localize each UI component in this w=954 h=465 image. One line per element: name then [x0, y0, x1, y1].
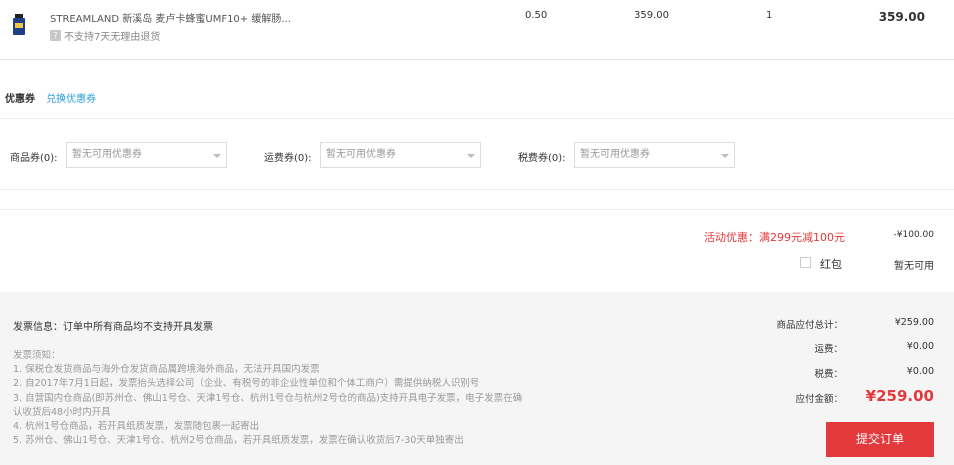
- order-footer: 发票信息：订单中所有商品均不支持开具发票 发票须知： 1. 保税仓发货商品与海外…: [0, 292, 954, 465]
- invoice-notes-title: 发票须知：: [13, 350, 61, 361]
- promotion-label: 活动优惠：满299元减100元: [704, 231, 845, 244]
- return-policy-text: 不支持7天无理由退货: [64, 32, 161, 43]
- payable-amount: ¥259.00: [865, 387, 934, 405]
- tax-coupon-select[interactable]: 暂无可用优惠券: [574, 142, 735, 168]
- product-quantity: 1: [766, 10, 773, 21]
- invoice-note: 认收货后48小时内开具: [13, 406, 111, 418]
- goods-total-label: 商品应付总计：: [776, 320, 843, 331]
- shipping-coupon-value: 暂无可用优惠券: [326, 149, 396, 160]
- invoice-title: 发票信息：订单中所有商品均不支持开具发票: [13, 322, 213, 333]
- shipping-value: ¥0.00: [906, 341, 934, 352]
- red-packet-label: 红包: [820, 258, 842, 271]
- tax-coupon-label: 税费券(0):: [518, 153, 566, 164]
- invoice-note: 4. 杭州1号仓商品，若开具纸质发票，发票随包裹一起寄出: [13, 421, 260, 433]
- invoice-note: 1. 保税仓发货商品与海外仓发货商品属跨境海外商品，无法开具国内发票: [13, 364, 320, 376]
- product-coupon-label: 商品券(0):: [10, 153, 58, 164]
- product-row: STREAMLAND 新溪岛 麦卢卡蜂蜜UMF10+ 缓解肠... ? 不支持7…: [0, 0, 954, 60]
- divider: [0, 209, 954, 210]
- exchange-coupon-link[interactable]: 兑换优惠券: [46, 94, 96, 105]
- product-tax: 0.50: [525, 10, 548, 21]
- red-packet-checkbox[interactable]: [800, 257, 811, 268]
- goods-total-value: ¥259.00: [894, 317, 934, 328]
- coupon-title: 优惠券: [5, 94, 35, 105]
- shipping-coupon-select[interactable]: 暂无可用优惠券: [320, 142, 481, 168]
- invoice-note: 2. 自2017年7月1日起，发票抬头选择公司（企业、有税号的非企业性单位和个体…: [13, 378, 480, 390]
- tax-value: ¥0.00: [906, 366, 934, 377]
- shipping-label: 运费：: [814, 344, 843, 355]
- submit-order-button[interactable]: 提交订单: [826, 422, 934, 457]
- product-subtotal: 359.00: [878, 10, 925, 24]
- tax-coupon-value: 暂无可用优惠券: [580, 149, 650, 160]
- invoice-note: 3. 自营国内仓商品(即苏州仓、佛山1号仓、天津1号仓、杭州1号仓与杭州2号仓的…: [13, 392, 523, 404]
- coupon-header: 优惠券 兑换优惠券: [5, 90, 96, 105]
- chevron-down-icon: [467, 154, 475, 158]
- tax-label: 税费：: [814, 369, 843, 380]
- return-policy-note: ? 不支持7天无理由退货: [50, 28, 160, 43]
- product-coupon-value: 暂无可用优惠券: [72, 149, 142, 160]
- chevron-down-icon: [721, 154, 729, 158]
- chevron-down-icon: [213, 154, 221, 158]
- promotion-value: -¥100.00: [893, 230, 934, 240]
- info-icon: ?: [50, 30, 61, 41]
- shipping-coupon-label: 运费券(0):: [264, 153, 312, 164]
- invoice-note: 5. 苏州仓、佛山1号仓、天津1号仓、杭州2号仓商品，若开具纸质发票，发票在确认…: [13, 435, 464, 447]
- coupon-selectors: 商品券(0): 暂无可用优惠券 运费券(0): 暂无可用优惠券 税费券(0): …: [0, 118, 954, 190]
- product-coupon-select[interactable]: 暂无可用优惠券: [66, 142, 227, 168]
- payable-label: 应付金额：: [795, 394, 843, 405]
- red-packet-value: 暂无可用: [894, 261, 934, 272]
- product-name-link[interactable]: STREAMLAND 新溪岛 麦卢卡蜂蜜UMF10+ 缓解肠...: [50, 10, 291, 25]
- invoice-notes: 发票须知： 1. 保税仓发货商品与海外仓发货商品属跨境海外商品，无法开具国内发票…: [13, 349, 613, 448]
- product-thumbnail[interactable]: [12, 14, 26, 36]
- product-unit-price: 359.00: [634, 10, 669, 21]
